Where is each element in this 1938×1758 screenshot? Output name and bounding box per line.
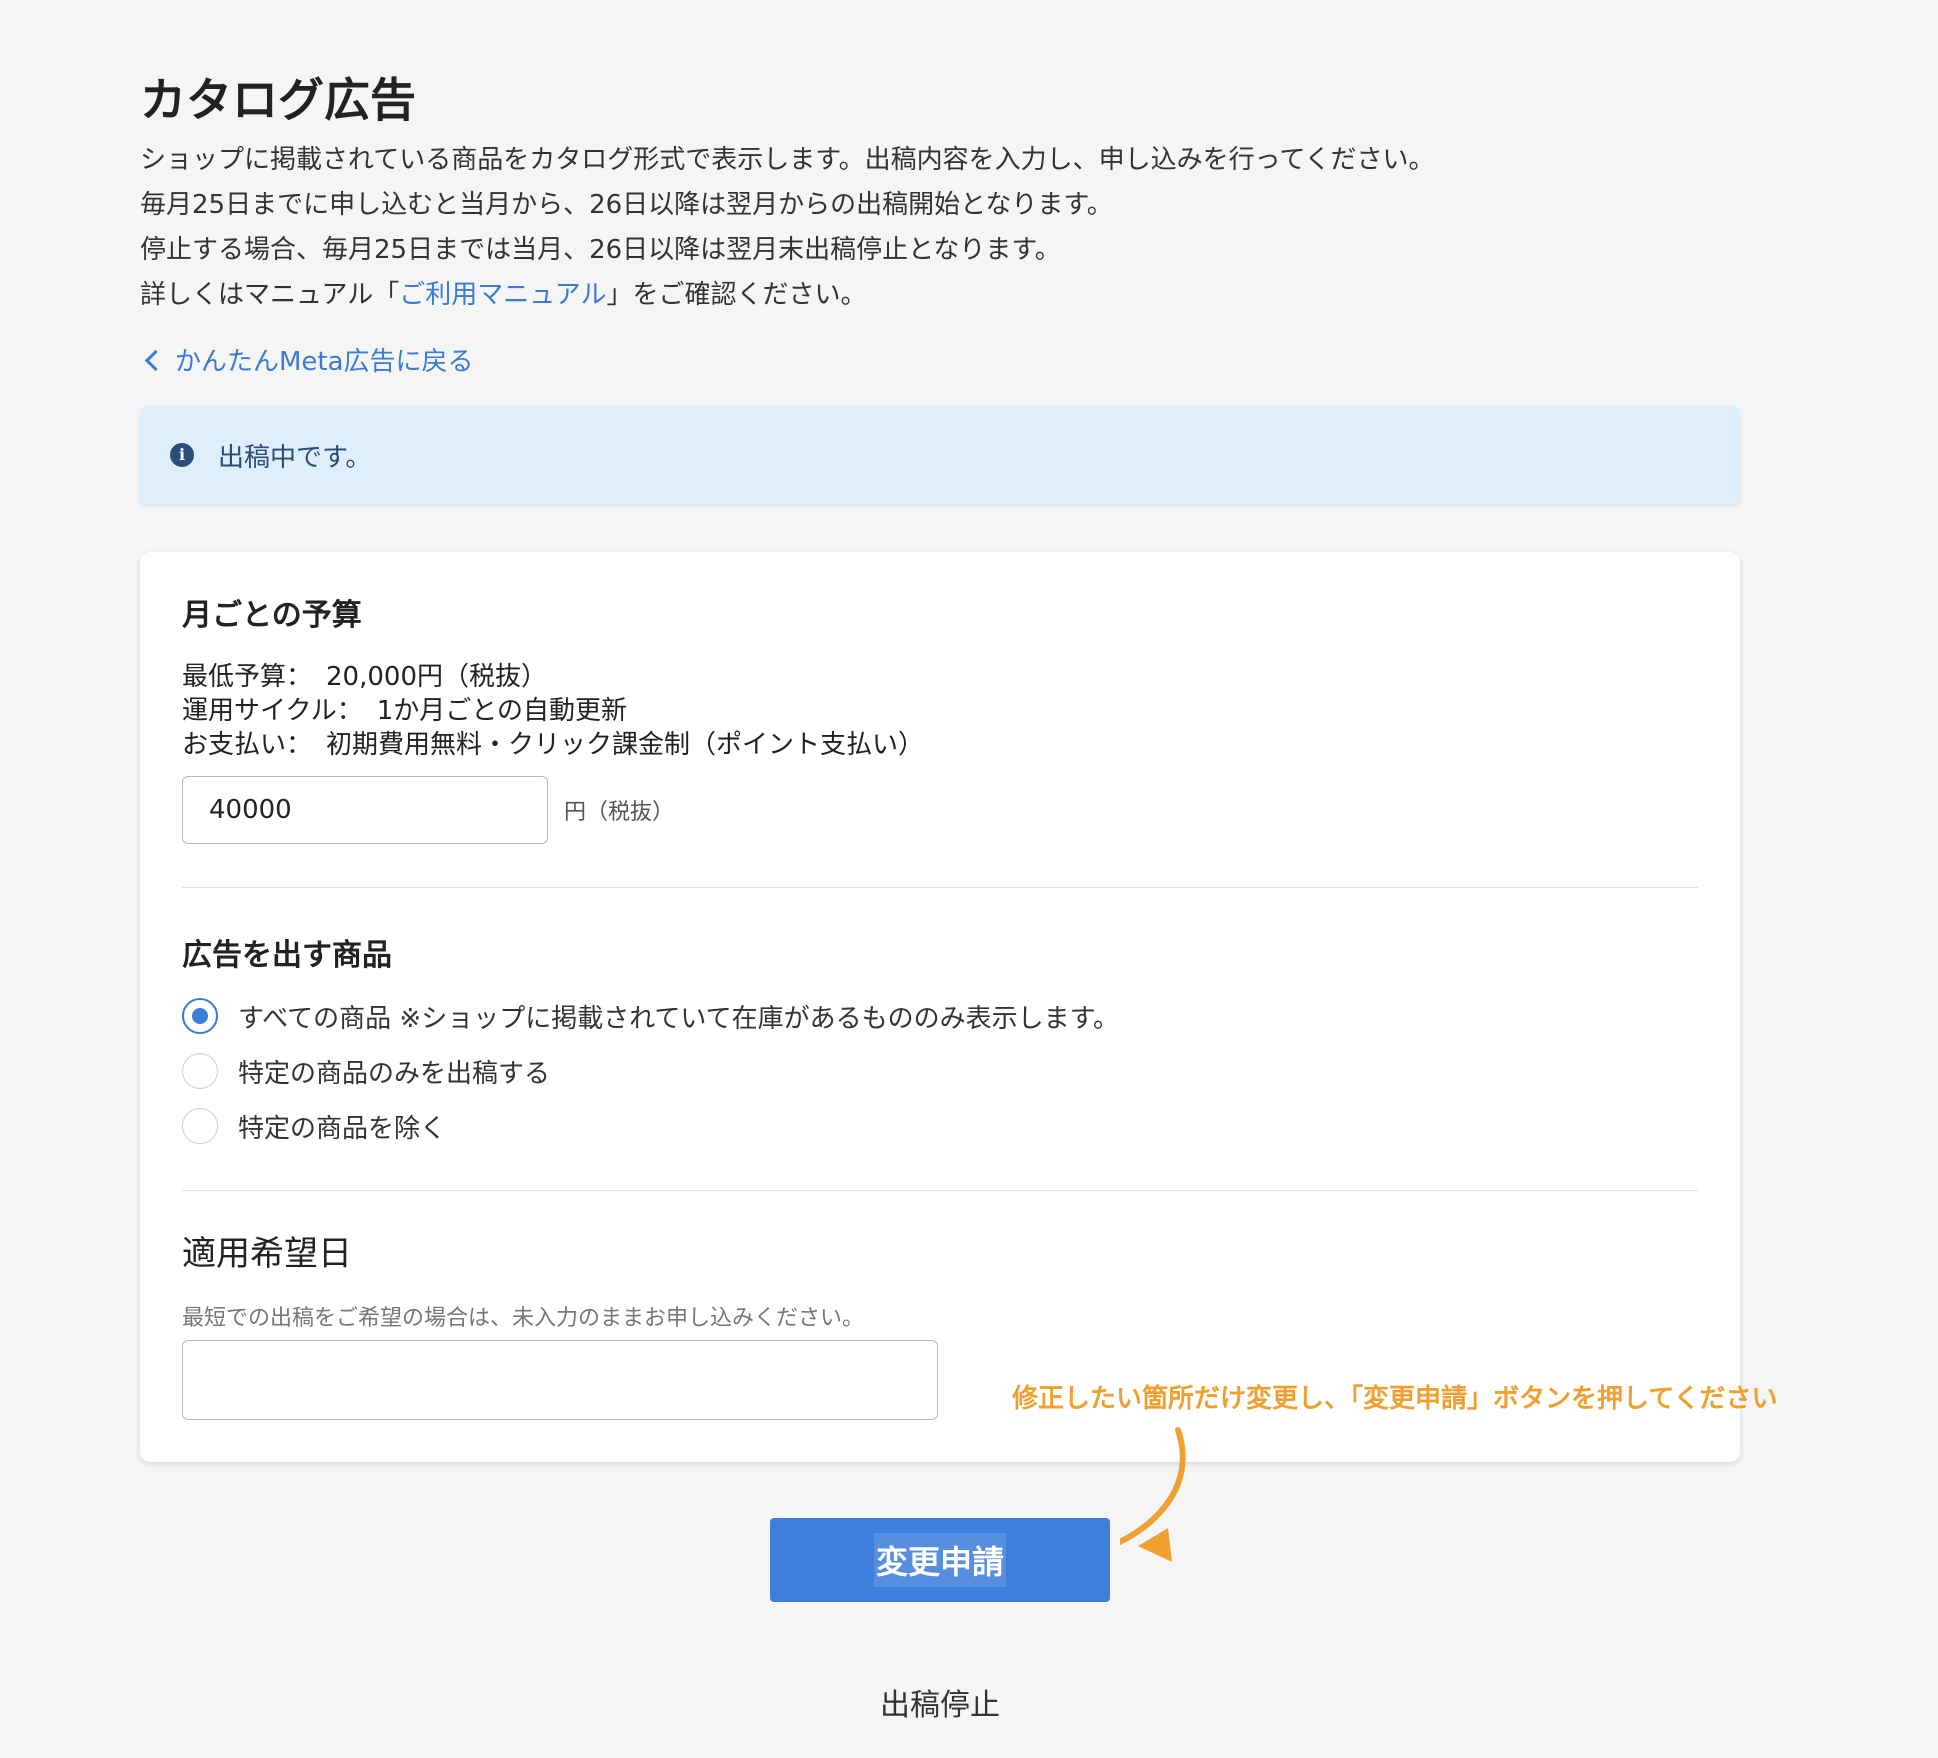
budget-section-title: 月ごとの予算 xyxy=(182,598,362,633)
curved-arrow-icon xyxy=(1120,1427,1186,1562)
stop-ad-link[interactable]: 出稿停止 xyxy=(800,1680,1080,1724)
min-budget-line: 最低予算： 20,000円（税抜） xyxy=(182,660,547,694)
min-budget-value: 20,000円（税抜） xyxy=(326,662,547,692)
instruction-annotation: 修正したい箇所だけ変更し、「変更申請」ボタンを押してください xyxy=(1012,1384,1778,1414)
radio-button[interactable] xyxy=(182,1053,218,1089)
radio-label: 特定の商品を除く xyxy=(238,1113,447,1144)
page-title: カタログ広告 xyxy=(140,73,416,127)
intro-line: 毎月25日までに申し込むと当月から、26日以降は翌月からの出稿開始となります。 xyxy=(140,190,1113,220)
apply-date-input[interactable] xyxy=(182,1340,938,1420)
intro-line4-prefix: 詳しくはマニュアル「 xyxy=(140,280,400,310)
radio-button[interactable] xyxy=(182,1108,218,1144)
back-link[interactable]: かんたんMeta広告に戻る xyxy=(140,342,474,382)
radio-option-specific-only[interactable]: 特定の商品のみを出稿する xyxy=(182,1050,550,1092)
submit-change-request-button[interactable]: 変更申請 xyxy=(770,1518,1110,1602)
info-icon: i xyxy=(170,443,194,467)
intro-text: ショップに掲載されている商品をカタログ形式で表示します。出稿内容を入力し、申し込… xyxy=(140,138,1640,318)
notice-text: 出稿中です。 xyxy=(218,442,372,473)
intro-line4-suffix: 」をご確認ください。 xyxy=(606,280,867,310)
divider xyxy=(182,887,1698,888)
submit-button-label: 変更申請 xyxy=(873,1533,1006,1587)
intro-line: 詳しくはマニュアル「ご利用マニュアル」をご確認ください。 xyxy=(140,273,1640,318)
manual-link[interactable]: ご利用マニュアル xyxy=(399,280,606,310)
divider xyxy=(182,1190,1698,1191)
apply-date-hint: 最短での出稿をご希望の場合は、未入力のままお申し込みください。 xyxy=(182,1306,865,1331)
products-section-title: 広告を出す商品 xyxy=(182,938,392,973)
radio-option-all-products[interactable]: すべての商品 ※ショップに掲載されていて在庫があるもののみ表示します。 xyxy=(182,995,1119,1037)
radio-option-exclude-specific[interactable]: 特定の商品を除く xyxy=(182,1105,446,1147)
budget-unit: 円（税抜） xyxy=(564,800,675,825)
radio-button[interactable] xyxy=(182,998,218,1034)
chevron-left-icon xyxy=(144,349,167,372)
payment-label: お支払い： xyxy=(182,730,313,760)
back-link-label: かんたんMeta広告に戻る xyxy=(175,347,474,377)
budget-input[interactable] xyxy=(182,776,548,844)
status-notice: i 出稿中です。 xyxy=(140,406,1740,504)
intro-line: 停止する場合、毎月25日までは当月、26日以降は翌月末出稿停止となります。 xyxy=(140,235,1061,265)
cycle-line: 運用サイクル： 1か月ごとの自動更新 xyxy=(182,694,627,728)
cycle-label: 運用サイクル： xyxy=(182,696,363,726)
settings-card: 月ごとの予算 最低予算： 20,000円（税抜） 運用サイクル： 1か月ごとの自動更… xyxy=(140,552,1740,1462)
apply-date-title: 適用希望日 xyxy=(182,1234,352,1274)
payment-value: 初期費用無料・クリック課金制（ポイント支払い） xyxy=(326,730,925,760)
intro-line: ショップに掲載されている商品をカタログ形式で表示します。出稿内容を入力し、申し込… xyxy=(140,145,1435,175)
payment-line: お支払い： 初期費用無料・クリック課金制（ポイント支払い） xyxy=(182,728,924,762)
radio-label: すべての商品 ※ショップに掲載されていて在庫があるもののみ表示します。 xyxy=(238,1003,1120,1034)
radio-label: 特定の商品のみを出稿する xyxy=(238,1058,551,1089)
cycle-value: 1か月ごとの自動更新 xyxy=(376,696,627,726)
min-budget-label: 最低予算： xyxy=(182,662,313,692)
